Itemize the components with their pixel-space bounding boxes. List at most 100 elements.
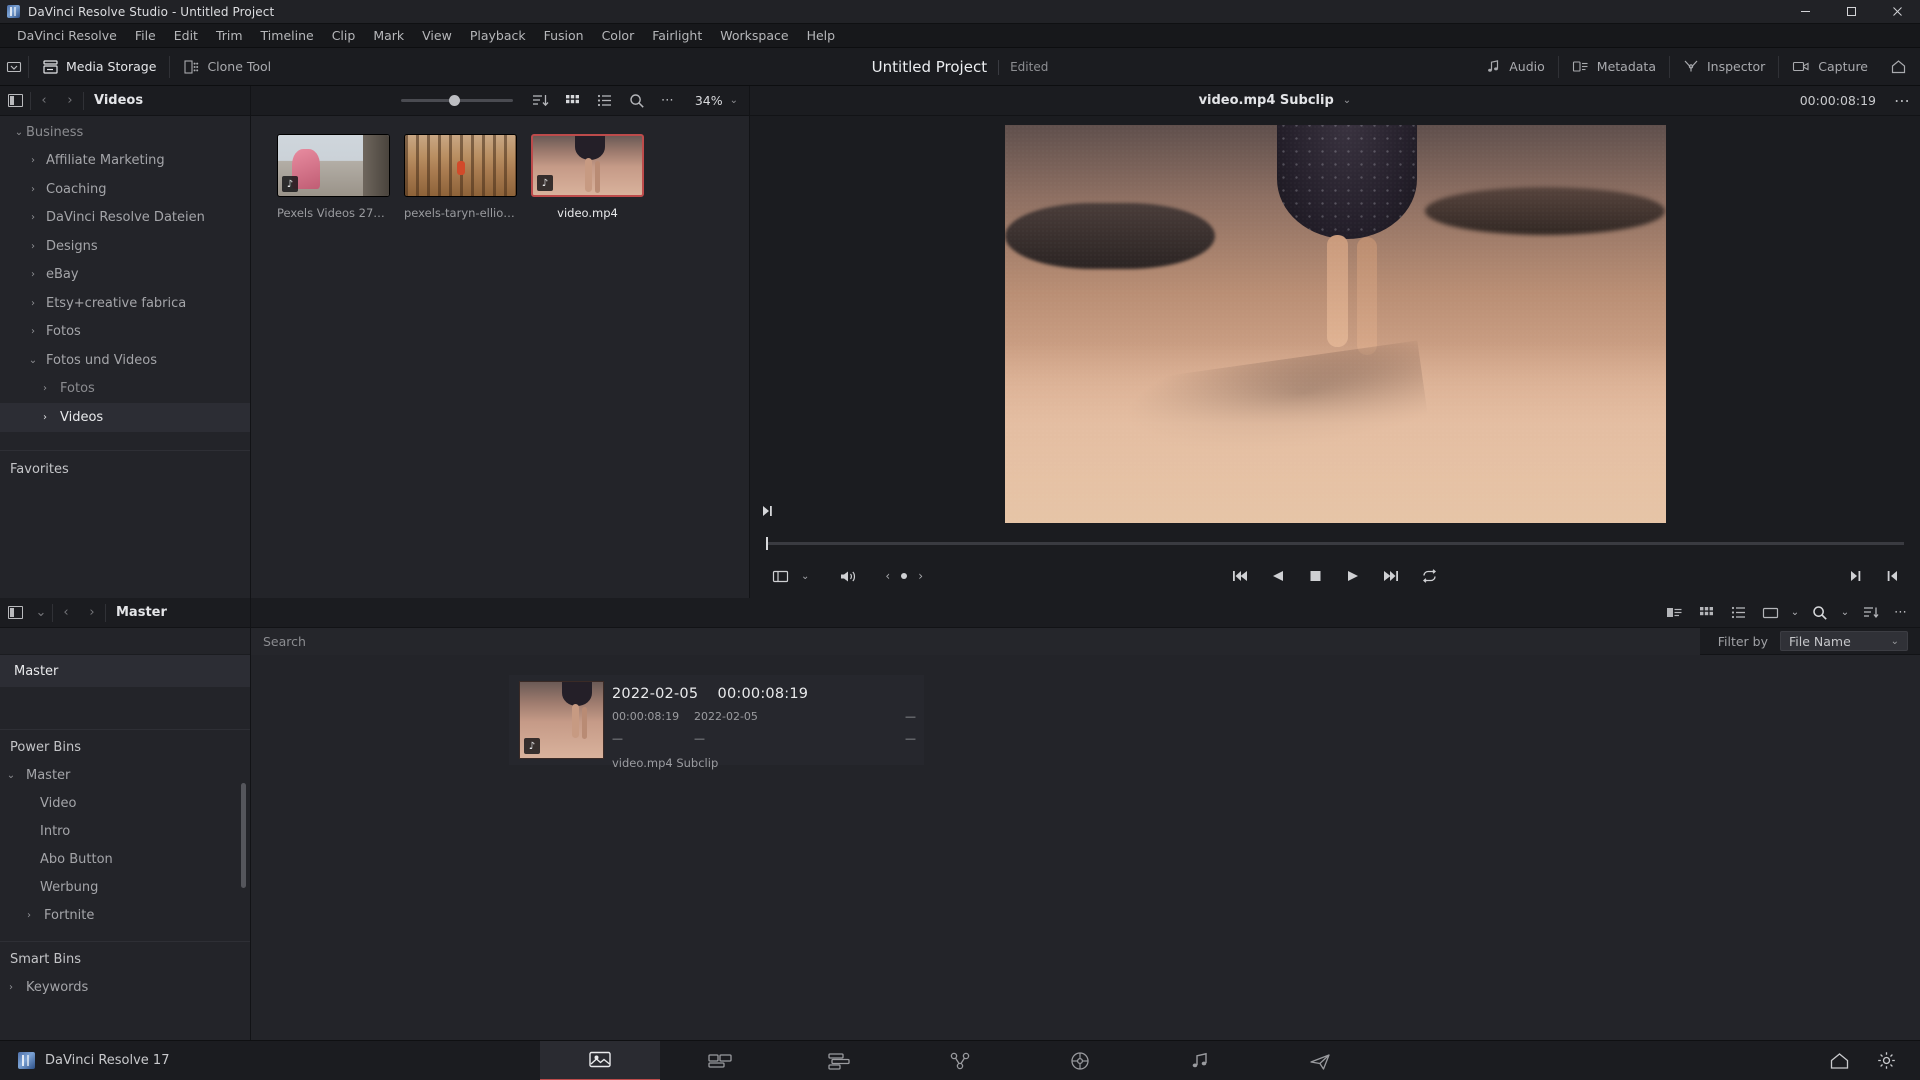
search-button[interactable]	[621, 86, 653, 116]
forward-button[interactable]: ›	[57, 86, 83, 116]
jump-to-start-button[interactable]	[1232, 569, 1249, 583]
mark-out-button-2[interactable]	[1885, 569, 1900, 583]
display-mode-dropdown[interactable]: ⌄	[1786, 598, 1804, 628]
bin-item-master[interactable]: ⌄ Master	[0, 761, 250, 789]
viewer-options-button[interactable]: ⋯	[1890, 91, 1920, 110]
mark-out-button[interactable]	[760, 504, 774, 518]
toggle-sidebar-button[interactable]	[0, 86, 30, 116]
back-button[interactable]: ‹	[31, 86, 57, 116]
bins-back-button[interactable]: ‹	[53, 598, 79, 628]
tree-item-etsy-creative-fabrica[interactable]: › Etsy+creative fabrica	[0, 289, 250, 318]
minimize-button[interactable]	[1782, 0, 1828, 24]
menu-help[interactable]: Help	[798, 24, 845, 48]
menu-file[interactable]: File	[126, 24, 165, 48]
jump-to-end-button[interactable]	[1382, 569, 1399, 583]
project-manager-button[interactable]	[1881, 48, 1916, 86]
tree-item-affiliate-marketing[interactable]: › Affiliate Marketing	[0, 147, 250, 176]
viewer-clip-selector[interactable]: video.mp4 Subclip ⌄	[1199, 93, 1352, 108]
menu-timeline[interactable]: Timeline	[252, 24, 323, 48]
thumbnail-view-button-2[interactable]	[1690, 598, 1722, 628]
menu-fairlight[interactable]: Fairlight	[643, 24, 711, 48]
menu-clip[interactable]: Clip	[323, 24, 365, 48]
media-thumbnail-item[interactable]: pexels-taryn-elliott-9...	[404, 134, 517, 220]
bins-scrollbar[interactable]	[241, 783, 246, 888]
media-pool-items[interactable]: ♪ 2022-02-05 00:00:08:19 00:00:08:19 202…	[251, 655, 1920, 1040]
menu-davinci-resolve[interactable]: DaVinci Resolve	[8, 24, 126, 48]
list-view-button-2[interactable]	[1722, 598, 1754, 628]
power-bins-list[interactable]: ⌄ Master Video Intro Abo Button Werbung …	[0, 761, 250, 929]
close-button[interactable]	[1874, 0, 1920, 24]
stop-button[interactable]	[1308, 569, 1323, 583]
menu-workspace[interactable]: Workspace	[711, 24, 797, 48]
menu-fusion[interactable]: Fusion	[535, 24, 593, 48]
menu-mark[interactable]: Mark	[364, 24, 413, 48]
search-input[interactable]: Search	[251, 627, 1700, 655]
scrubber-track[interactable]	[766, 536, 1904, 550]
bin-item-keywords[interactable]: › Keywords	[0, 973, 250, 1001]
tree-item-business[interactable]: ⌄ Business	[0, 118, 250, 147]
loop-button[interactable]	[1421, 569, 1438, 583]
inspector-button[interactable]: Inspector	[1670, 48, 1778, 86]
menu-playback[interactable]: Playback	[461, 24, 535, 48]
workspace-dropdown-button[interactable]	[0, 48, 28, 86]
page-button-fairlight[interactable]	[1140, 1041, 1260, 1080]
tree-item-davinci-resolve-dateien[interactable]: › DaVinci Resolve Dateien	[0, 204, 250, 233]
bins-forward-button[interactable]: ›	[79, 598, 105, 628]
sort-button[interactable]	[525, 86, 557, 116]
menu-edit[interactable]: Edit	[165, 24, 207, 48]
menu-view[interactable]: View	[413, 24, 461, 48]
media-thumbnail-item[interactable]: ♪ Pexels Videos 27865...	[277, 134, 390, 220]
search-dropdown[interactable]: ⌄	[1836, 598, 1854, 628]
sort-order-button[interactable]	[1854, 598, 1886, 628]
tree-item-fotos-und-videos[interactable]: ⌄ Fotos und Videos	[0, 346, 250, 375]
display-mode-button[interactable]	[1754, 598, 1786, 628]
maximize-button[interactable]	[1828, 0, 1874, 24]
slider-knob[interactable]	[448, 95, 460, 106]
media-list-item[interactable]: ♪ 2022-02-05 00:00:08:19 00:00:08:19 202…	[509, 675, 924, 770]
metadata-button[interactable]: Metadata	[1559, 48, 1669, 86]
media-pool-options-button[interactable]: ⋯	[1886, 598, 1916, 628]
capture-button[interactable]: Capture	[1779, 48, 1881, 86]
menu-trim[interactable]: Trim	[207, 24, 252, 48]
bins-dropdown-button[interactable]: ⌄	[30, 598, 52, 628]
thumbnail-view-button[interactable]	[557, 86, 589, 116]
tree-item-ebay[interactable]: › eBay	[0, 261, 250, 290]
page-button-fusion[interactable]	[900, 1041, 1020, 1080]
filter-by-select[interactable]: File Name ⌄	[1780, 631, 1908, 651]
thumbnail-size-slider[interactable]	[389, 95, 525, 106]
project-settings-button[interactable]	[1877, 1051, 1896, 1070]
page-button-deliver[interactable]	[1260, 1041, 1380, 1080]
bin-item-werbung[interactable]: Werbung	[0, 873, 250, 901]
tree-item-fotos[interactable]: › Fotos	[0, 318, 250, 347]
play-reverse-button[interactable]	[1271, 569, 1286, 583]
playhead[interactable]	[766, 536, 768, 550]
menu-color[interactable]: Color	[593, 24, 644, 48]
list-view-button[interactable]	[589, 86, 621, 116]
search-button-2[interactable]	[1804, 598, 1836, 628]
page-button-color[interactable]	[1020, 1041, 1140, 1080]
page-button-edit[interactable]	[780, 1041, 900, 1080]
clone-tool-button[interactable]: Clone Tool	[170, 48, 284, 86]
tree-item-fotos-nested[interactable]: › Fotos	[0, 375, 250, 404]
audio-button[interactable]: Audio	[1473, 48, 1558, 86]
media-thumbnail-item-selected[interactable]: ♪ video.mp4	[531, 134, 644, 220]
tree-item-designs[interactable]: › Designs	[0, 232, 250, 261]
tree-item-videos[interactable]: › Videos	[0, 403, 250, 432]
tree-item-coaching[interactable]: › Coaching	[0, 175, 250, 204]
bin-item-intro[interactable]: Intro	[0, 817, 250, 845]
play-forward-button[interactable]	[1345, 569, 1360, 583]
bin-item-video[interactable]: Video	[0, 789, 250, 817]
metadata-view-button[interactable]	[1658, 598, 1690, 628]
browser-options-button[interactable]: ⋯	[653, 86, 683, 116]
viewer-scrubber-row[interactable]	[750, 532, 1920, 554]
toggle-bins-button[interactable]	[0, 598, 30, 628]
media-storage-tree[interactable]: ⌄ Business › Affiliate Marketing › Coach…	[0, 116, 250, 598]
bin-item-fortnite[interactable]: › Fortnite	[0, 901, 250, 929]
page-button-media[interactable]	[540, 1040, 660, 1080]
zoom-dropdown-button[interactable]: ⌄	[723, 95, 747, 106]
bin-item-master-root[interactable]: Master	[0, 655, 250, 687]
mark-in-button[interactable]	[1848, 569, 1863, 583]
bin-item-abo-button[interactable]: Abo Button	[0, 845, 250, 873]
page-button-cut[interactable]	[660, 1041, 780, 1080]
media-storage-button[interactable]: Media Storage	[29, 48, 169, 86]
